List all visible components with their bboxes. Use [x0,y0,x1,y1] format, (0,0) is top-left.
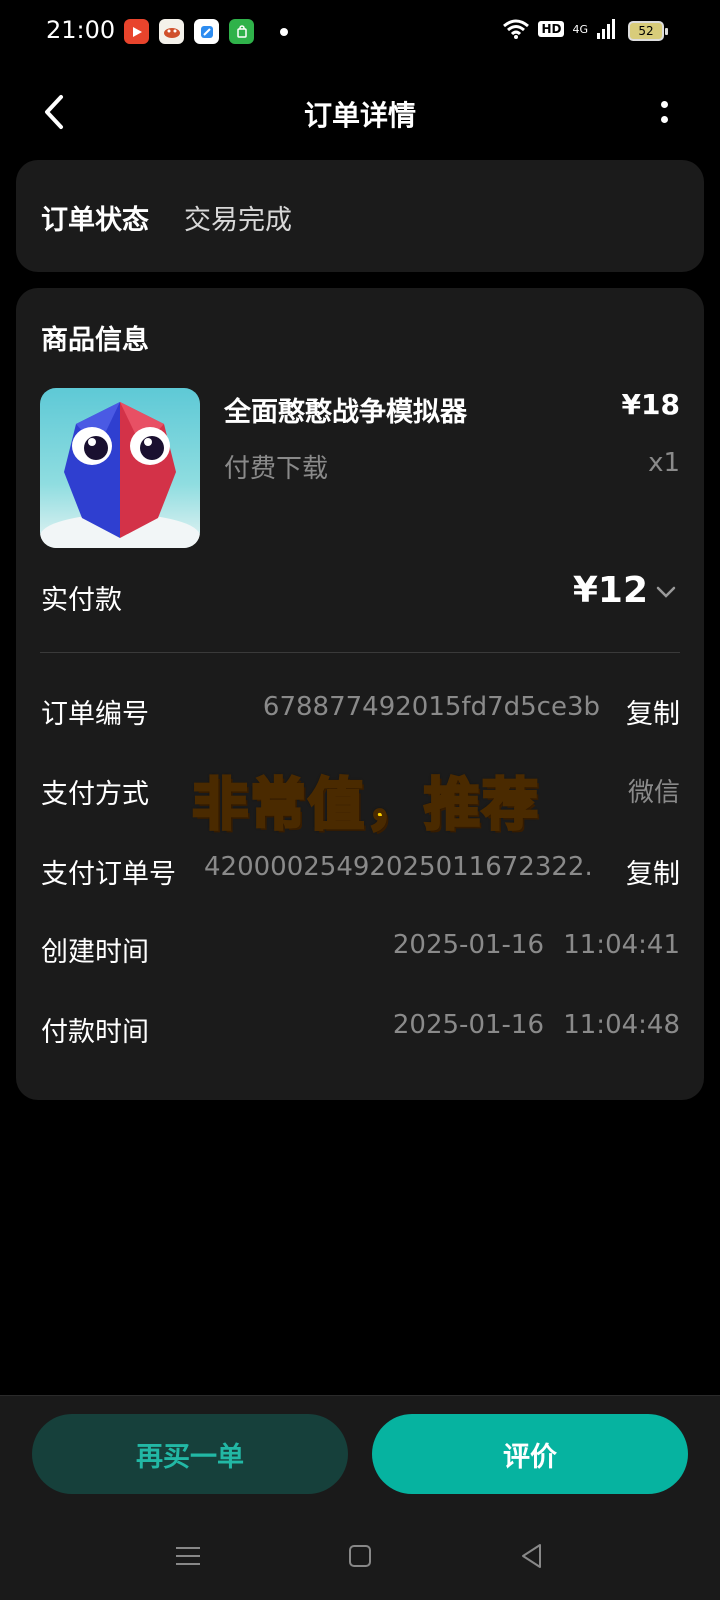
bottom-action-bar: 再买一单 评价 [0,1395,720,1600]
order-status-value: 交易完成 [184,205,292,236]
product-quantity: x1 [648,448,680,478]
overlay-caption: 非常值，推荐 [191,772,540,840]
copy-order-number-button[interactable]: 复制 [626,692,680,731]
hd-badge: HD [538,21,565,37]
more-dot-icon [660,116,668,123]
system-nav-bar [0,1526,720,1586]
chevron-down-icon[interactable] [652,578,680,606]
status-indicators: HD 4G [502,18,616,40]
rebuy-button[interactable]: 再买一单 [32,1414,348,1494]
wifi-icon [503,19,530,39]
video-app-icon [124,19,149,44]
order-number-label: 订单编号 [41,699,149,730]
menu-icon [176,1547,200,1565]
status-time: 21:00 [46,16,116,44]
status-bar: 21:00 HD 4G 52 [0,0,720,64]
game-app-icon [159,19,184,44]
store-app-icon [229,19,254,44]
review-button[interactable]: 评价 [372,1414,688,1494]
created-date-value: 2025-01-16 [392,930,544,960]
paid-amount-value[interactable]: ¥12 [573,570,648,611]
page-title: 订单详情 [303,99,416,132]
payment-method-label: 支付方式 [41,779,149,810]
back-triangle-icon [522,1544,541,1568]
page-header: 订单详情 [0,78,720,146]
created-time-value: 11:04:41 [563,930,680,960]
product-type: 付费下载 [224,454,329,484]
order-status-card: 订单状态 交易完成 [16,160,704,272]
battery-icon: 52 [628,21,668,41]
order-status-label: 订单状态 [41,205,149,236]
product-image[interactable] [40,388,200,548]
created-time-label: 创建时间 [41,937,149,968]
more-notifications-dot [280,27,288,36]
copy-payment-order-number-button[interactable]: 复制 [626,852,680,891]
payment-date-value: 2025-01-16 [392,1010,544,1040]
product-price: ¥18 [621,388,680,421]
divider [40,652,680,653]
order-number-value: 678877492015fd7d5ce3b [262,692,600,722]
payment-time-label: 付款时间 [41,1017,149,1048]
menu-nav-button[interactable] [168,1536,208,1576]
product-section-title: 商品信息 [41,325,149,356]
home-nav-button[interactable] [340,1536,380,1576]
more-dot-icon [660,101,668,108]
product-name[interactable]: 全面憨憨战争模拟器 [224,390,467,429]
browser-app-icon [194,19,219,44]
payment-order-number-value: 420000254920250116723​22... [204,852,590,882]
order-info-card: 商品信息 全面憨憨战争模拟器 ¥18 付费下载 x1 实付款 ¥12 订单编号 … [16,288,704,1100]
payment-order-number-label: 支付订单号 [41,859,176,890]
home-square-icon [349,1545,371,1567]
back-nav-button[interactable] [512,1536,552,1576]
more-options-button[interactable] [652,92,676,132]
payment-time-value: 11:04:48 [563,1010,680,1040]
notification-icons [124,19,288,44]
signal-icon [597,19,615,39]
payment-method-value: 微信 [627,778,680,808]
paid-amount-label: 实付款 [41,585,122,616]
network-type: 4G [572,22,588,36]
